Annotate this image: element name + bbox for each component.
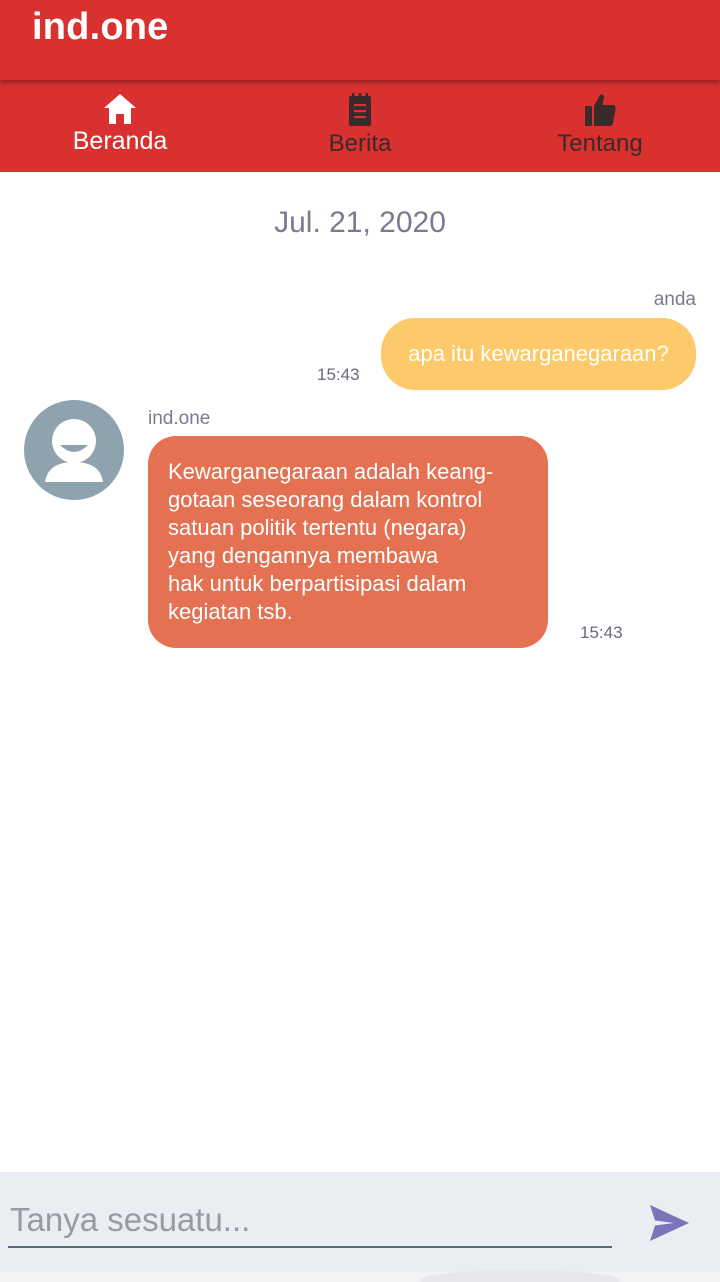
tab-berita[interactable]: Berita — [240, 80, 480, 172]
date-divider: Jul. 21, 2020 — [274, 206, 446, 239]
sender-name-user: anda — [653, 289, 696, 310]
notepad-icon — [349, 93, 371, 126]
message-line: gotaan seseorang dalam kontrol — [168, 487, 483, 512]
bot-avatar — [24, 400, 124, 500]
outgoing-message-bubble: apa itu kewarganegaraan? — [381, 318, 696, 390]
user-avatar-icon — [45, 419, 103, 482]
home-icon — [104, 94, 136, 124]
message-line: kegiatan tsb. — [168, 599, 293, 624]
incoming-message-bubble: Kewarganegaraan adalah keang- gotaan ses… — [148, 436, 548, 648]
tab-tentang[interactable]: Tentang — [480, 80, 720, 172]
tab-beranda[interactable]: Beranda — [0, 80, 240, 172]
message-line: Kewarganegaraan adalah keang- — [168, 459, 494, 484]
tab-label-tentang: Tentang — [557, 130, 643, 157]
incoming-message-time: 15:43 — [580, 623, 623, 642]
thumbs-up-icon — [585, 94, 616, 126]
sender-name-bot: ind.one — [148, 408, 211, 429]
send-icon[interactable] — [646, 1200, 692, 1246]
app-bar: ind.one — [0, 0, 720, 80]
tab-label-beranda: Beranda — [72, 127, 168, 155]
message-line: hak untuk berpartisipasi dalam — [168, 571, 467, 596]
question-input[interactable] — [8, 1194, 612, 1248]
app-title: ind.one — [32, 6, 169, 48]
message-composer — [0, 1172, 720, 1282]
chat-thread: Jul. 21, 2020 anda apa itu kewarganegara… — [0, 172, 720, 1172]
tab-bar: Beranda Berita Tentang — [0, 80, 720, 172]
tab-label-berita: Berita — [328, 130, 392, 157]
outgoing-message-time: 15:43 — [317, 365, 360, 384]
chat-app: ind.one Beranda Berita Tentang Jul. 21, … — [0, 0, 720, 1282]
message-line: satuan politik tertentu (negara) — [168, 515, 467, 540]
message-line: yang dengannya membawa — [168, 543, 439, 568]
